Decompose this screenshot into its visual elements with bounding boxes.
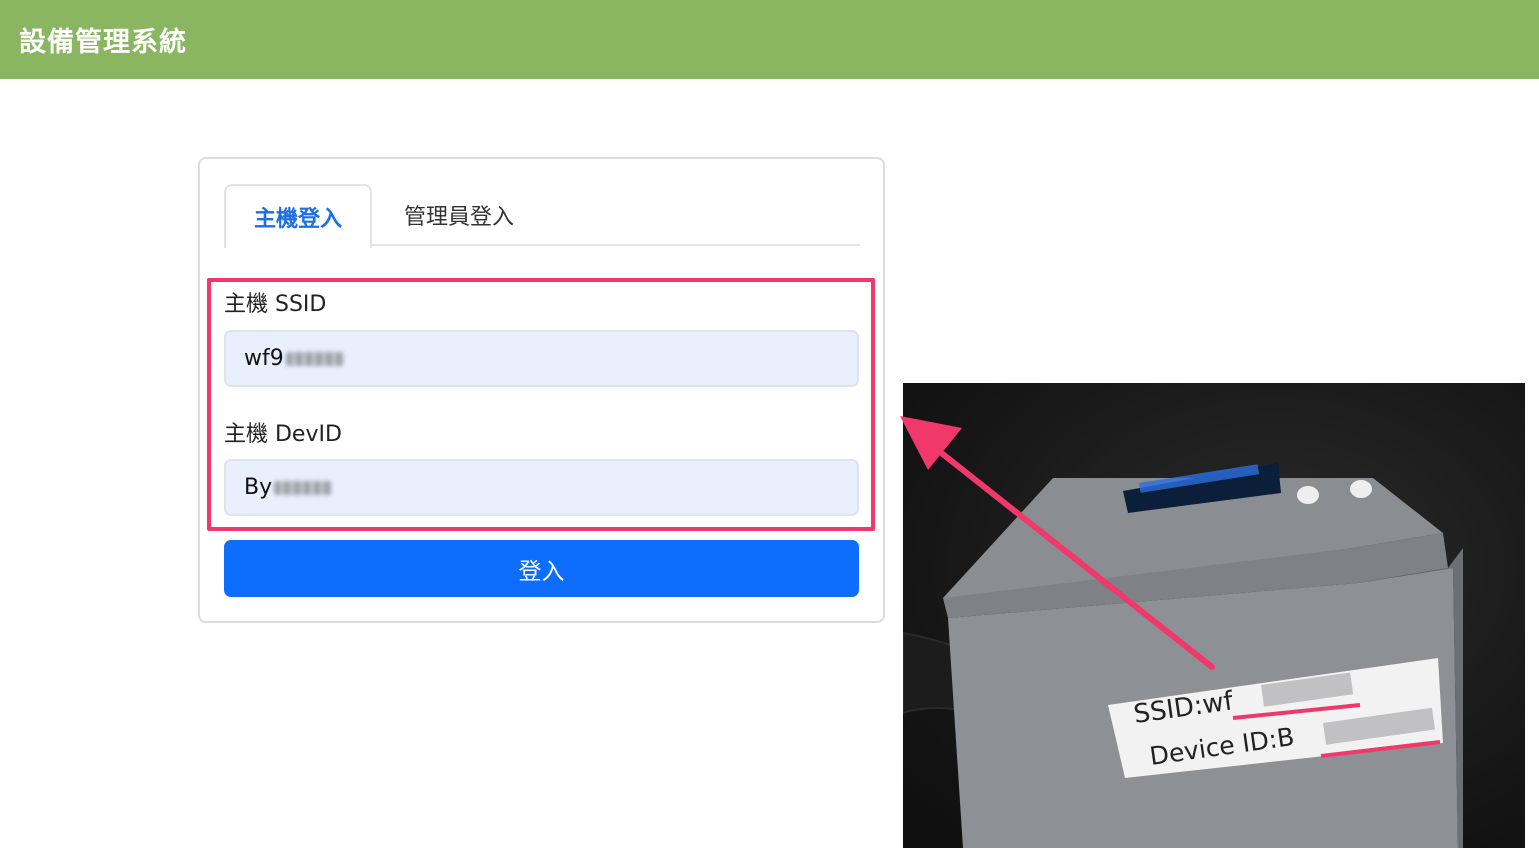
device-illustration: SSID:wf Device ID:B — [903, 463, 1463, 848]
login-button[interactable]: 登入 — [224, 540, 859, 597]
device-photo: SSID:wf Device ID:B — [903, 383, 1525, 848]
tab-host-login[interactable]: 主機登入 — [224, 184, 372, 248]
tab-admin-login[interactable]: 管理員登入 — [384, 184, 534, 246]
app-header: 設備管理系統 — [0, 0, 1539, 79]
app-title: 設備管理系統 — [19, 27, 187, 58]
highlight-box — [207, 278, 875, 531]
login-tabs: 主機登入 管理員登入 — [224, 184, 860, 248]
